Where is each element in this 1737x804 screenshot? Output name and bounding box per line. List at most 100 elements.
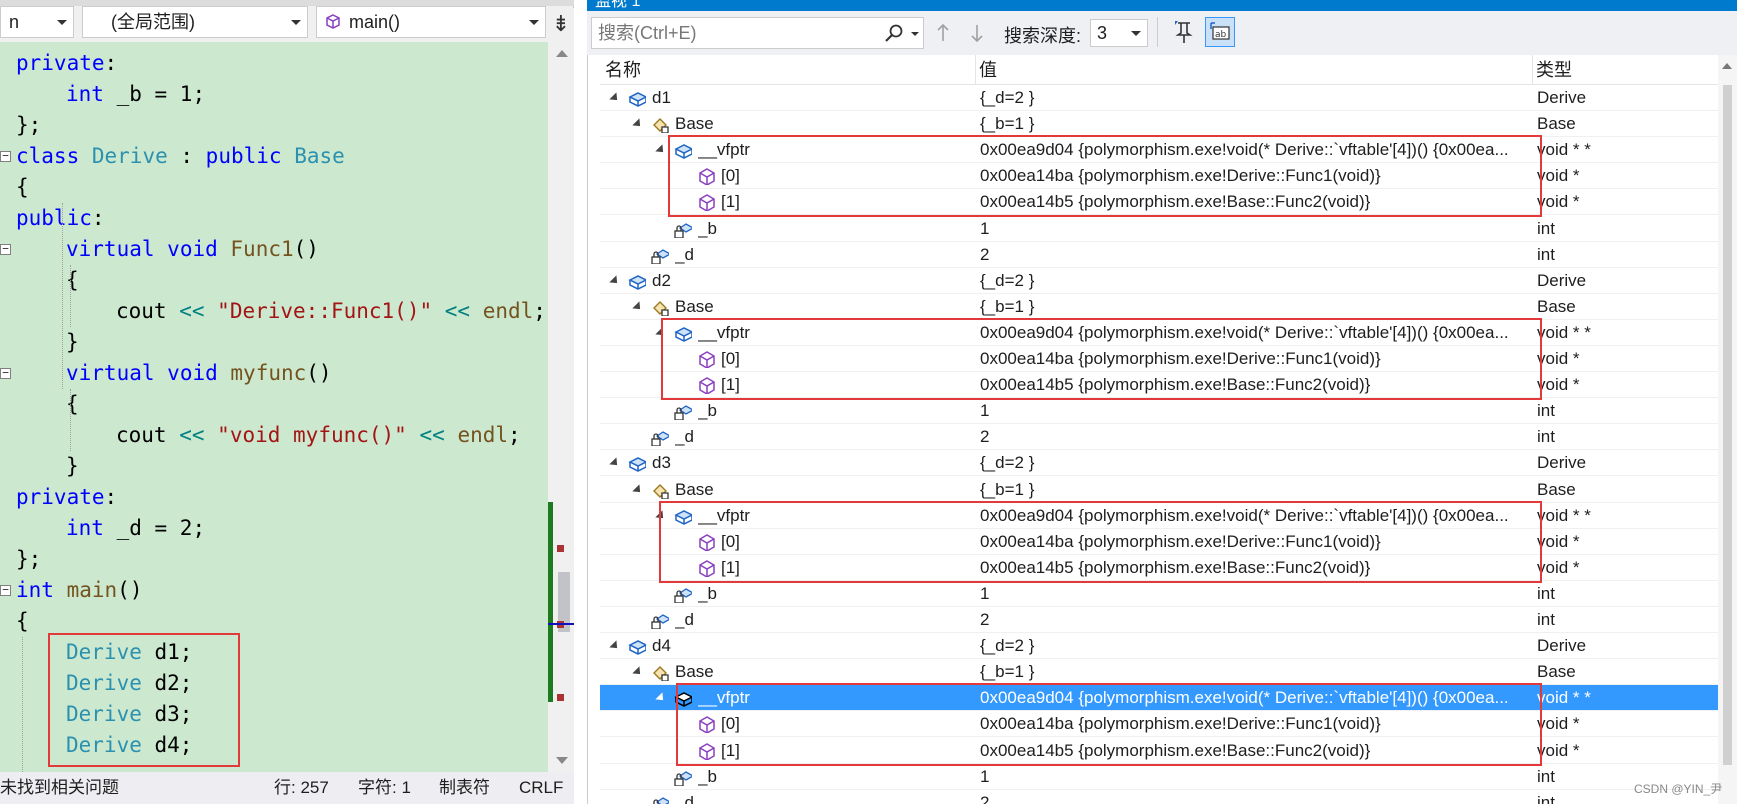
watch-row[interactable]: d1 {_d=2 } Derive [600,85,1718,111]
split-window-icon[interactable]: ⇟ [548,8,574,42]
search-next-icon[interactable] [970,23,984,43]
watch-row-value[interactable]: 2 [980,790,1530,804]
search-previous-icon[interactable] [936,23,950,43]
watch-row[interactable]: Base {_b=1 } Base [600,659,1718,686]
column-header-type[interactable]: 类型 [1536,55,1572,85]
watch-row[interactable]: _d 2 int [600,424,1718,451]
column-header-name[interactable]: 名称 [605,55,641,85]
code-line[interactable]: virtual void Func1() [66,234,319,265]
watch-row-value[interactable]: 1 [980,216,1530,242]
code-line[interactable]: }; [16,110,41,141]
search-icon[interactable] [884,23,904,43]
code-line[interactable]: { [66,265,79,296]
code-line[interactable]: } [66,327,79,358]
code-line[interactable]: }; [16,544,41,575]
watch-row-value[interactable]: 2 [980,242,1530,268]
code-line[interactable]: cout << "void myfunc()" << endl; [116,420,521,451]
scroll-down-arrow-icon[interactable] [556,757,568,764]
watch-row-value[interactable]: {_d=2 } [980,633,1530,659]
code-line[interactable]: int main() [16,575,142,606]
fold-collapse-icon[interactable]: − [0,243,11,255]
code-line[interactable]: int _b = 1; [66,79,205,110]
code-line[interactable]: { [16,172,29,203]
watch-row[interactable]: d2 {_d=2 } Derive [600,268,1718,294]
code-line[interactable]: } [66,451,79,482]
watch-row[interactable]: _b 1 int [600,764,1718,790]
code-line[interactable]: int _d = 2; [66,513,205,544]
watch-row[interactable]: _d 2 int [600,607,1718,633]
watch-row-value[interactable]: 2 [980,607,1530,633]
watch-row[interactable]: Base {_b=1 } Base [600,111,1718,138]
watch-row[interactable]: Base {_b=1 } Base [600,294,1718,320]
watch-row[interactable]: _b 1 int [600,581,1718,607]
scroll-thumb[interactable] [1723,85,1732,765]
private-field-icon [674,402,692,421]
code-line[interactable]: { [16,606,29,637]
expand-toggle-icon[interactable] [609,92,621,104]
scroll-up-arrow-icon[interactable] [556,50,568,57]
watch-search-input[interactable]: 搜索(Ctrl+E) [591,17,924,49]
fold-collapse-icon[interactable]: − [0,584,11,596]
code-line[interactable]: private: [16,482,117,513]
column-header-value[interactable]: 值 [979,55,997,85]
code-line[interactable]: virtual void myfunc() [66,358,332,389]
pin-icon[interactable] [1173,19,1195,45]
watch-row[interactable]: _b 1 int [600,398,1718,425]
expand-toggle-icon[interactable] [655,692,667,704]
code-line[interactable]: cout << "Derive::Func1()" << endl; [116,296,546,327]
code-line[interactable]: class Derive : public Base [16,141,345,172]
fold-collapse-icon[interactable]: − [0,367,11,379]
search-depth-select[interactable]: 3 [1090,19,1148,47]
watch-title: 监视 1 [595,0,641,10]
expand-toggle-icon[interactable] [609,640,621,652]
code-area[interactable]: private: int _b = 1;}; class Derive : publ… [0,42,548,772]
watch-row-value[interactable]: {_b=1 } [980,477,1530,503]
scroll-up-arrow-icon[interactable] [1722,63,1732,69]
code-line[interactable]: { [66,389,79,420]
expand-toggle-icon[interactable] [632,483,644,496]
scope-combo[interactable]: (全局范围) [82,6,308,38]
char-status[interactable]: 字符: 1 [358,772,411,804]
column-divider[interactable] [1532,55,1533,85]
watch-row[interactable]: _d 2 int [600,242,1718,268]
watch-row-type: void * [1537,166,1580,186]
tabs-status[interactable]: 制表符 [439,772,490,804]
watch-vertical-scrollbar[interactable] [1718,55,1737,804]
watch-row-value[interactable]: 1 [980,581,1530,607]
watch-row-value[interactable]: 1 [980,398,1530,424]
watch-row-value[interactable]: {_d=2 } [980,268,1530,294]
eol-status[interactable]: CRLF [519,772,563,804]
expand-toggle-icon[interactable] [609,275,621,287]
watch-row[interactable]: _d 2 int [600,790,1718,804]
watch-row-value[interactable]: 1 [980,764,1530,790]
watch-row-value[interactable]: {_d=2 } [980,450,1530,476]
expand-toggle-icon[interactable] [609,457,621,470]
expand-toggle-icon[interactable] [632,666,644,678]
watch-title-bar[interactable]: 监视 1 [587,0,1737,11]
chevron-down-icon[interactable] [911,32,919,36]
watch-row-value[interactable]: 2 [980,424,1530,450]
expand-toggle-icon[interactable] [655,144,667,156]
watch-row-value[interactable]: {_b=1 } [980,659,1530,685]
watch-row[interactable]: d4 {_d=2 } Derive [600,633,1718,660]
watch-row[interactable]: _b 1 int [600,216,1718,242]
editor-vertical-scrollbar[interactable] [548,42,574,772]
expand-toggle-icon[interactable] [632,301,644,313]
fold-collapse-icon[interactable]: − [0,150,11,162]
code-token: Func1 [230,237,294,261]
watch-row[interactable]: d3 {_d=2 } Derive [600,450,1718,477]
code-line[interactable]: public: [16,203,105,234]
column-divider[interactable] [975,55,976,85]
watch-row-value[interactable]: {_b=1 } [980,294,1530,320]
watch-row-value[interactable]: {_d=2 } [980,85,1530,111]
function-combo[interactable]: main() [316,6,546,38]
code-line[interactable]: private: [16,48,117,79]
watch-row-value[interactable]: {_b=1 } [980,111,1530,137]
watch-row[interactable]: Base {_b=1 } Base [600,477,1718,503]
line-status[interactable]: 行: 257 [274,772,329,804]
hex-display-toggle[interactable]: ab [1205,17,1235,47]
expand-toggle-icon[interactable] [632,118,644,130]
issues-status[interactable]: 未找到相关问题 [0,772,119,804]
project-combo[interactable]: n [0,6,74,38]
